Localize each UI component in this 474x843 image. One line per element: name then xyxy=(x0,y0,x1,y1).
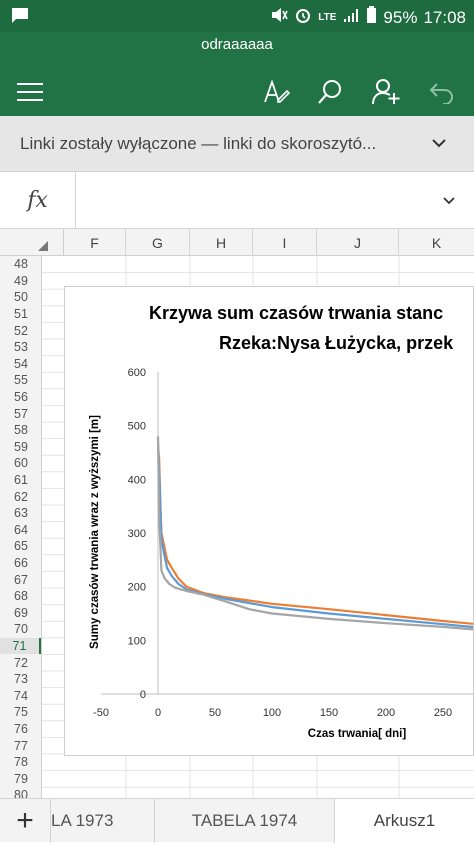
series-line-0 xyxy=(156,446,473,625)
message-icon xyxy=(10,6,30,29)
row-header[interactable]: 61 xyxy=(0,472,41,489)
select-all-corner[interactable] xyxy=(0,229,64,256)
chart-subtitle: Rzeka:Nysa Łużycka, przek xyxy=(219,333,454,353)
row-header[interactable]: 78 xyxy=(0,754,41,771)
x-tick-label: 250 xyxy=(434,707,452,719)
battery-icon xyxy=(366,6,377,29)
row-header[interactable]: 65 xyxy=(0,538,41,555)
y-tick-label: 0 xyxy=(140,689,146,701)
row-header[interactable]: 48 xyxy=(0,256,41,273)
row-header[interactable]: 52 xyxy=(0,322,41,339)
formula-bar: fx xyxy=(0,172,474,229)
y-tick-label: 100 xyxy=(128,635,146,647)
row-header[interactable]: 73 xyxy=(0,671,41,688)
network-type: LTE xyxy=(318,12,337,23)
app-title-bar: odraaaaaa xyxy=(0,32,474,116)
row-header[interactable]: 54 xyxy=(0,356,41,373)
row-header[interactable]: 67 xyxy=(0,571,41,588)
notice-text: Linki zostały wyłączone — linki do skoro… xyxy=(20,134,377,153)
mute-icon xyxy=(270,6,288,29)
x-tick-label: 0 xyxy=(155,707,161,719)
row-header[interactable]: 62 xyxy=(0,488,41,505)
sheet-tab-active[interactable]: Arkusz1 xyxy=(334,799,474,843)
row-header[interactable]: 71 xyxy=(0,637,41,655)
row-header[interactable]: 50 xyxy=(0,289,41,306)
row-header[interactable]: 57 xyxy=(0,405,41,422)
row-header[interactable]: 55 xyxy=(0,372,41,389)
signal-icon xyxy=(342,6,360,29)
series-line-1 xyxy=(156,441,473,629)
y-tick-label: 200 xyxy=(128,582,146,594)
row-header[interactable]: 64 xyxy=(0,522,41,539)
function-icon[interactable]: fx xyxy=(0,172,76,228)
row-header[interactable]: 59 xyxy=(0,439,41,456)
column-header[interactable]: J xyxy=(317,229,399,256)
row-header[interactable]: 49 xyxy=(0,273,41,290)
row-header[interactable]: 72 xyxy=(0,654,41,671)
y-tick-label: 600 xyxy=(128,367,146,379)
row-header[interactable]: 77 xyxy=(0,737,41,754)
row-header[interactable]: 80 xyxy=(0,787,41,798)
sheet-tab[interactable]: TABELA 1974 xyxy=(154,799,334,843)
battery-percent: 95% xyxy=(383,7,418,27)
row-header[interactable]: 51 xyxy=(0,306,41,323)
row-header[interactable]: 75 xyxy=(0,704,41,721)
y-tick-label: 400 xyxy=(128,474,146,486)
x-tick-label: 200 xyxy=(377,707,395,719)
sheet-tab-bar: + LA 1973 TABELA 1974 Arkusz1 xyxy=(0,798,474,843)
row-header[interactable]: 63 xyxy=(0,505,41,522)
column-header[interactable]: H xyxy=(190,229,253,256)
clock: 17:08 xyxy=(423,7,466,27)
alarm-icon xyxy=(294,6,312,29)
x-axis-label: Czas trwania[ dni] xyxy=(308,728,407,740)
row-header[interactable]: 76 xyxy=(0,721,41,738)
chevron-down-icon[interactable] xyxy=(430,134,448,157)
column-header[interactable]: G xyxy=(126,229,190,256)
column-header[interactable]: I xyxy=(253,229,317,256)
row-header[interactable]: 68 xyxy=(0,588,41,605)
search-icon[interactable] xyxy=(310,70,350,114)
x-tick-label: 150 xyxy=(320,707,338,719)
row-header[interactable]: 60 xyxy=(0,455,41,472)
column-header[interactable]: K xyxy=(399,229,474,256)
status-bar: LTE 95% 17:08 xyxy=(0,0,474,32)
add-sheet-button[interactable]: + xyxy=(0,799,50,843)
chart-title: Krzywa sum czasów trwania stanc xyxy=(149,303,443,323)
row-header-column: 48 49 50 51 52 53 54 55 56 57 58 59 60 61 62 63 64 65 66 67… xyxy=(0,256,42,798)
row-header[interactable]: 58 xyxy=(0,422,41,439)
links-disabled-notice[interactable]: Linki zostały wyłączone — linki do skoro… xyxy=(0,116,474,172)
row-header[interactable]: 69 xyxy=(0,605,41,622)
edit-text-icon[interactable] xyxy=(256,70,296,114)
row-header[interactable]: 53 xyxy=(0,339,41,356)
x-tick-label: 100 xyxy=(263,707,281,719)
menu-icon[interactable] xyxy=(10,70,50,114)
row-header[interactable]: 70 xyxy=(0,621,41,638)
column-header-row: F G H I J K xyxy=(0,229,474,256)
chart[interactable]: Krzywa sum czasów trwania stanc Rzeka:Nys… xyxy=(64,286,474,756)
y-tick-label: 500 xyxy=(128,421,146,433)
document-title[interactable]: odraaaaaa xyxy=(0,36,474,53)
y-tick-label: 300 xyxy=(128,528,146,540)
row-header[interactable]: 74 xyxy=(0,688,41,705)
undo-icon[interactable] xyxy=(422,70,462,114)
share-person-icon[interactable] xyxy=(366,70,406,114)
row-header[interactable]: 79 xyxy=(0,771,41,788)
series-line-2 xyxy=(156,436,473,631)
column-header[interactable]: F xyxy=(64,229,126,256)
row-header[interactable]: 66 xyxy=(0,555,41,572)
formula-input[interactable] xyxy=(86,190,416,210)
sheet-tab[interactable]: LA 1973 xyxy=(50,799,154,843)
x-tick-label: -50 xyxy=(93,707,109,719)
x-tick-label: 50 xyxy=(209,707,221,719)
y-axis-label: Sumy czasów trwania wraz z wyższymi [m] xyxy=(89,415,101,649)
row-header[interactable]: 56 xyxy=(0,389,41,406)
chevron-down-icon[interactable] xyxy=(442,194,456,212)
